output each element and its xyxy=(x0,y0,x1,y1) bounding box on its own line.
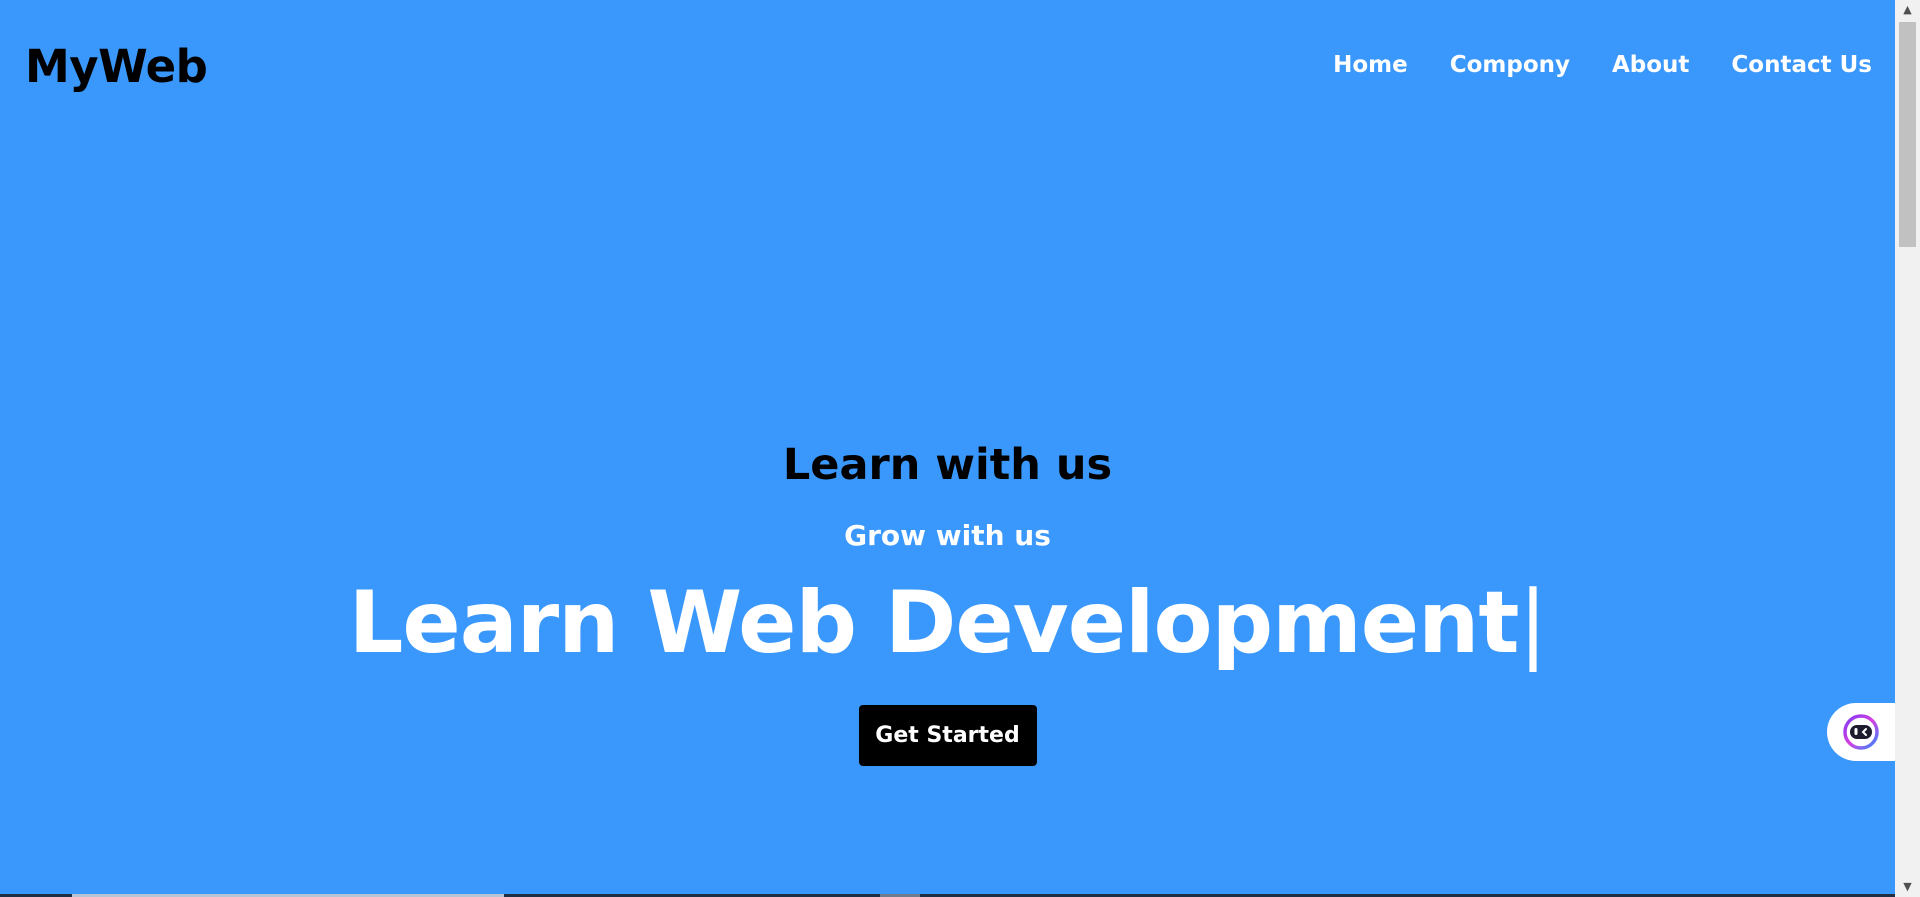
nav-link-about[interactable]: About xyxy=(1612,52,1689,78)
scrollbar-thumb[interactable] xyxy=(1899,22,1916,247)
hero-tagline: Learn with us xyxy=(782,440,1113,490)
hero-headline-text: Learn Web Development xyxy=(348,573,1520,673)
main-nav: Home Compony About Contact Us xyxy=(1333,52,1872,78)
typing-cursor: | xyxy=(1518,573,1547,673)
chat-assistant-icon xyxy=(1843,714,1879,750)
site-logo[interactable]: MyWeb xyxy=(25,40,208,93)
hero-headline: Learn Web Development| xyxy=(0,573,1895,673)
cta-container: Get Started xyxy=(0,705,1895,766)
scroll-up-arrow-icon[interactable]: ▲ xyxy=(1895,0,1920,20)
nav-link-home[interactable]: Home xyxy=(1333,52,1408,78)
get-started-button[interactable]: Get Started xyxy=(858,705,1037,766)
landing-page: MyWeb Home Compony About Contact Us Lear… xyxy=(0,0,1920,897)
scroll-down-arrow-icon[interactable]: ▼ xyxy=(1895,877,1920,897)
hero-subtagline: Grow with us xyxy=(844,519,1051,552)
nav-link-contact-us[interactable]: Contact Us xyxy=(1731,52,1872,78)
nav-link-compony[interactable]: Compony xyxy=(1450,52,1570,78)
vertical-scrollbar[interactable]: ▲ ▼ xyxy=(1895,0,1920,897)
chat-widget-button[interactable] xyxy=(1827,703,1895,761)
